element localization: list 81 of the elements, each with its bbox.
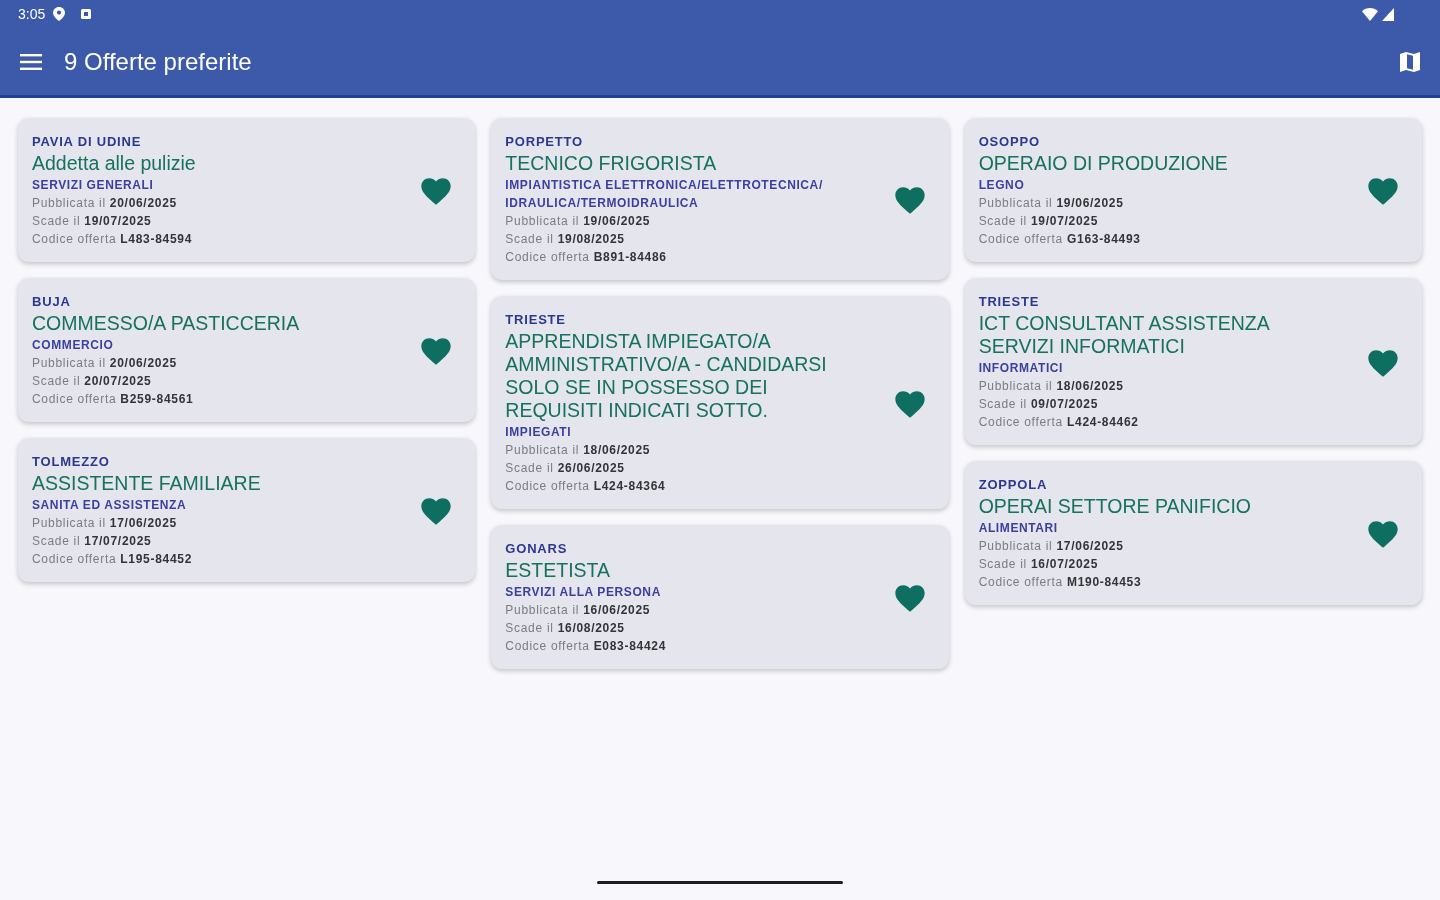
- offer-category: INFORMATICI: [978, 360, 1064, 377]
- expiry-date: Scade il 16/08/2025: [505, 620, 625, 637]
- status-time: 3:05: [18, 6, 46, 22]
- offer-code: Codice offerta L195-84452: [32, 551, 193, 568]
- offer-title: ICT CONSULTANT ASSISTENZA SERVIZI INFORMATICI: [978, 312, 1271, 358]
- location-pin-icon: [53, 7, 66, 21]
- notification-icon: [81, 9, 92, 19]
- menu-icon[interactable]: [20, 53, 42, 70]
- offer-location: PORPETTO: [505, 134, 583, 150]
- heart-icon[interactable]: [420, 176, 453, 206]
- offer-category: SERVIZI ALLA PERSONA: [505, 584, 661, 601]
- offer-card[interactable]: GONARS ESTETISTA SERVIZI ALLA PERSONA Pubblicata il 16/06/2025 Scade il 16/08/2025 Codice offerta E083-84424: [491, 525, 949, 669]
- offer-location: OSOPPO: [978, 134, 1040, 150]
- heart-icon[interactable]: [893, 583, 926, 613]
- published-date: Pubblicata il 19/06/2025: [978, 195, 1124, 212]
- heart-icon[interactable]: [893, 185, 926, 215]
- offer-title: COMMESSO/A PASTICCERIA: [32, 312, 300, 335]
- gesture-handle[interactable]: [597, 880, 843, 884]
- published-date: Pubblicata il 18/06/2025: [978, 378, 1124, 395]
- published-date: Pubblicata il 17/06/2025: [978, 538, 1124, 555]
- offer-card[interactable]: ZOPPOLA OPERAI SETTORE PANIFICIO ALIMENTARI Pubblicata il 17/06/2025 Scade il 16/07/2025 Codice offerta M190-84453: [964, 461, 1422, 605]
- offer-location: TOLMEZZO: [32, 454, 110, 470]
- offer-title: OPERAI SETTORE PANIFICIO: [978, 495, 1251, 518]
- offer-code: Codice offerta L483-84594: [32, 231, 193, 248]
- offer-title: APPRENDISTA IMPIEGATO/A AMMINISTRATIVO/A - CANDIDARSI SOLO SE IN POSSESSO DEI REQUISITI INDICATI SOTTO.: [505, 330, 828, 422]
- offer-card[interactable]: PORPETTO TECNICO FRIGORISTA IMPIANTISTICA ELETTRONICA/ELETTROTECNICA/IDRAULICA/TERMOIDRAULICA Pubblicata il 19/06/2025 Scade il 19/08/2025 Codice offerta B891-84486: [491, 118, 949, 280]
- offer-location: PAVIA DI UDINE: [32, 134, 142, 150]
- heart-icon[interactable]: [893, 388, 926, 419]
- offer-title: ASSISTENTE FAMILIARE: [32, 472, 261, 495]
- offer-card[interactable]: TOLMEZZO ASSISTENTE FAMILIARE SANITA ED ASSISTENZA Pubblicata il 17/06/2025 Scade il 17/07/2025 Codice offerta L195-84452: [18, 438, 476, 582]
- offer-category: COMMERCIO: [32, 337, 114, 354]
- toolbar-title: 9 Offerte preferite: [64, 47, 252, 76]
- published-date: Pubblicata il 18/06/2025: [505, 442, 651, 459]
- offer-card[interactable]: BUJA COMMESSO/A PASTICCERIA COMMERCIO Pubblicata il 20/06/2025 Scade il 20/07/2025 Codice offerta B259-84561: [18, 278, 476, 422]
- offer-title: TECNICO FRIGORISTA: [505, 152, 717, 175]
- offer-category: IMPIEGATI: [505, 424, 572, 441]
- published-date: Pubblicata il 19/06/2025: [505, 213, 651, 230]
- offer-code: Codice offerta B891-84486: [505, 249, 667, 266]
- expiry-date: Scade il 09/07/2025: [978, 396, 1099, 413]
- offer-title: Addetta alle pulizie: [32, 152, 196, 175]
- offer-code: Codice offerta B259-84561: [32, 391, 194, 408]
- offer-card[interactable]: TRIESTE APPRENDISTA IMPIEGATO/A AMMINISTRATIVO/A - CANDIDARSI SOLO SE IN POSSESSO DEI REQUISITI INDICATI SOTTO. IMPIEGATI Pubblicata il 18/06/2025 Scade il 26/06/2025 Codice offerta L424-84364: [491, 296, 949, 509]
- heart-icon[interactable]: [1367, 347, 1399, 378]
- heart-icon[interactable]: [420, 496, 453, 526]
- expiry-date: Scade il 19/08/2025: [505, 231, 625, 248]
- offer-location: GONARS: [505, 541, 568, 557]
- heart-icon[interactable]: [420, 336, 453, 366]
- expiry-date: Scade il 19/07/2025: [978, 213, 1099, 230]
- offer-category: SANITA ED ASSISTENZA: [32, 497, 187, 514]
- offer-location: TRIESTE: [505, 312, 566, 328]
- offer-category: IMPIANTISTICA ELETTRONICA/ELETTROTECNICA/IDRAULICA/TERMOIDRAULICA: [505, 177, 824, 212]
- published-date: Pubblicata il 20/06/2025: [32, 355, 177, 372]
- expiry-date: Scade il 16/07/2025: [978, 556, 1099, 573]
- signal-icon: [1382, 7, 1394, 21]
- published-date: Pubblicata il 17/06/2025: [32, 515, 177, 532]
- offer-category: ALIMENTARI: [978, 520, 1058, 537]
- heart-icon[interactable]: [1367, 519, 1399, 549]
- offer-title: OPERAIO DI PRODUZIONE: [978, 152, 1228, 175]
- heart-icon[interactable]: [1367, 176, 1399, 206]
- offer-card[interactable]: TRIESTE ICT CONSULTANT ASSISTENZA SERVIZI INFORMATICI INFORMATICI Pubblicata il 18/06/2025 Scade il 09/07/2025 Codice offerta L424-84462: [964, 278, 1422, 445]
- offer-card[interactable]: PAVIA DI UDINE Addetta alle pulizie SERVIZI GENERALI Pubblicata il 20/06/2025 Scade il 19/07/2025 Codice offerta L483-84594: [18, 118, 476, 262]
- offer-title: ESTETISTA: [505, 559, 611, 582]
- wifi-icon: [1362, 7, 1378, 21]
- published-date: Pubblicata il 20/06/2025: [32, 195, 177, 212]
- offer-category: SERVIZI GENERALI: [32, 177, 154, 194]
- published-date: Pubblicata il 16/06/2025: [505, 602, 651, 619]
- offer-code: Codice offerta E083-84424: [505, 638, 667, 655]
- expiry-date: Scade il 19/07/2025: [32, 213, 152, 230]
- offer-code: Codice offerta L424-84462: [978, 414, 1139, 431]
- offer-card[interactable]: OSOPPO OPERAIO DI PRODUZIONE LEGNO Pubblicata il 19/06/2025 Scade il 19/07/2025 Codice offerta G163-84493: [964, 118, 1422, 262]
- offer-location: TRIESTE: [978, 294, 1040, 310]
- expiry-date: Scade il 20/07/2025: [32, 373, 152, 390]
- offer-location: BUJA: [32, 294, 71, 310]
- offer-code: Codice offerta M190-84453: [978, 574, 1142, 591]
- expiry-date: Scade il 26/06/2025: [505, 460, 625, 477]
- map-icon[interactable]: [1400, 51, 1420, 72]
- offer-location: ZOPPOLA: [978, 477, 1048, 493]
- offer-code: Codice offerta L424-84364: [505, 478, 666, 495]
- offer-code: Codice offerta G163-84493: [978, 231, 1141, 248]
- offer-category: LEGNO: [978, 177, 1025, 194]
- expiry-date: Scade il 17/07/2025: [32, 533, 152, 550]
